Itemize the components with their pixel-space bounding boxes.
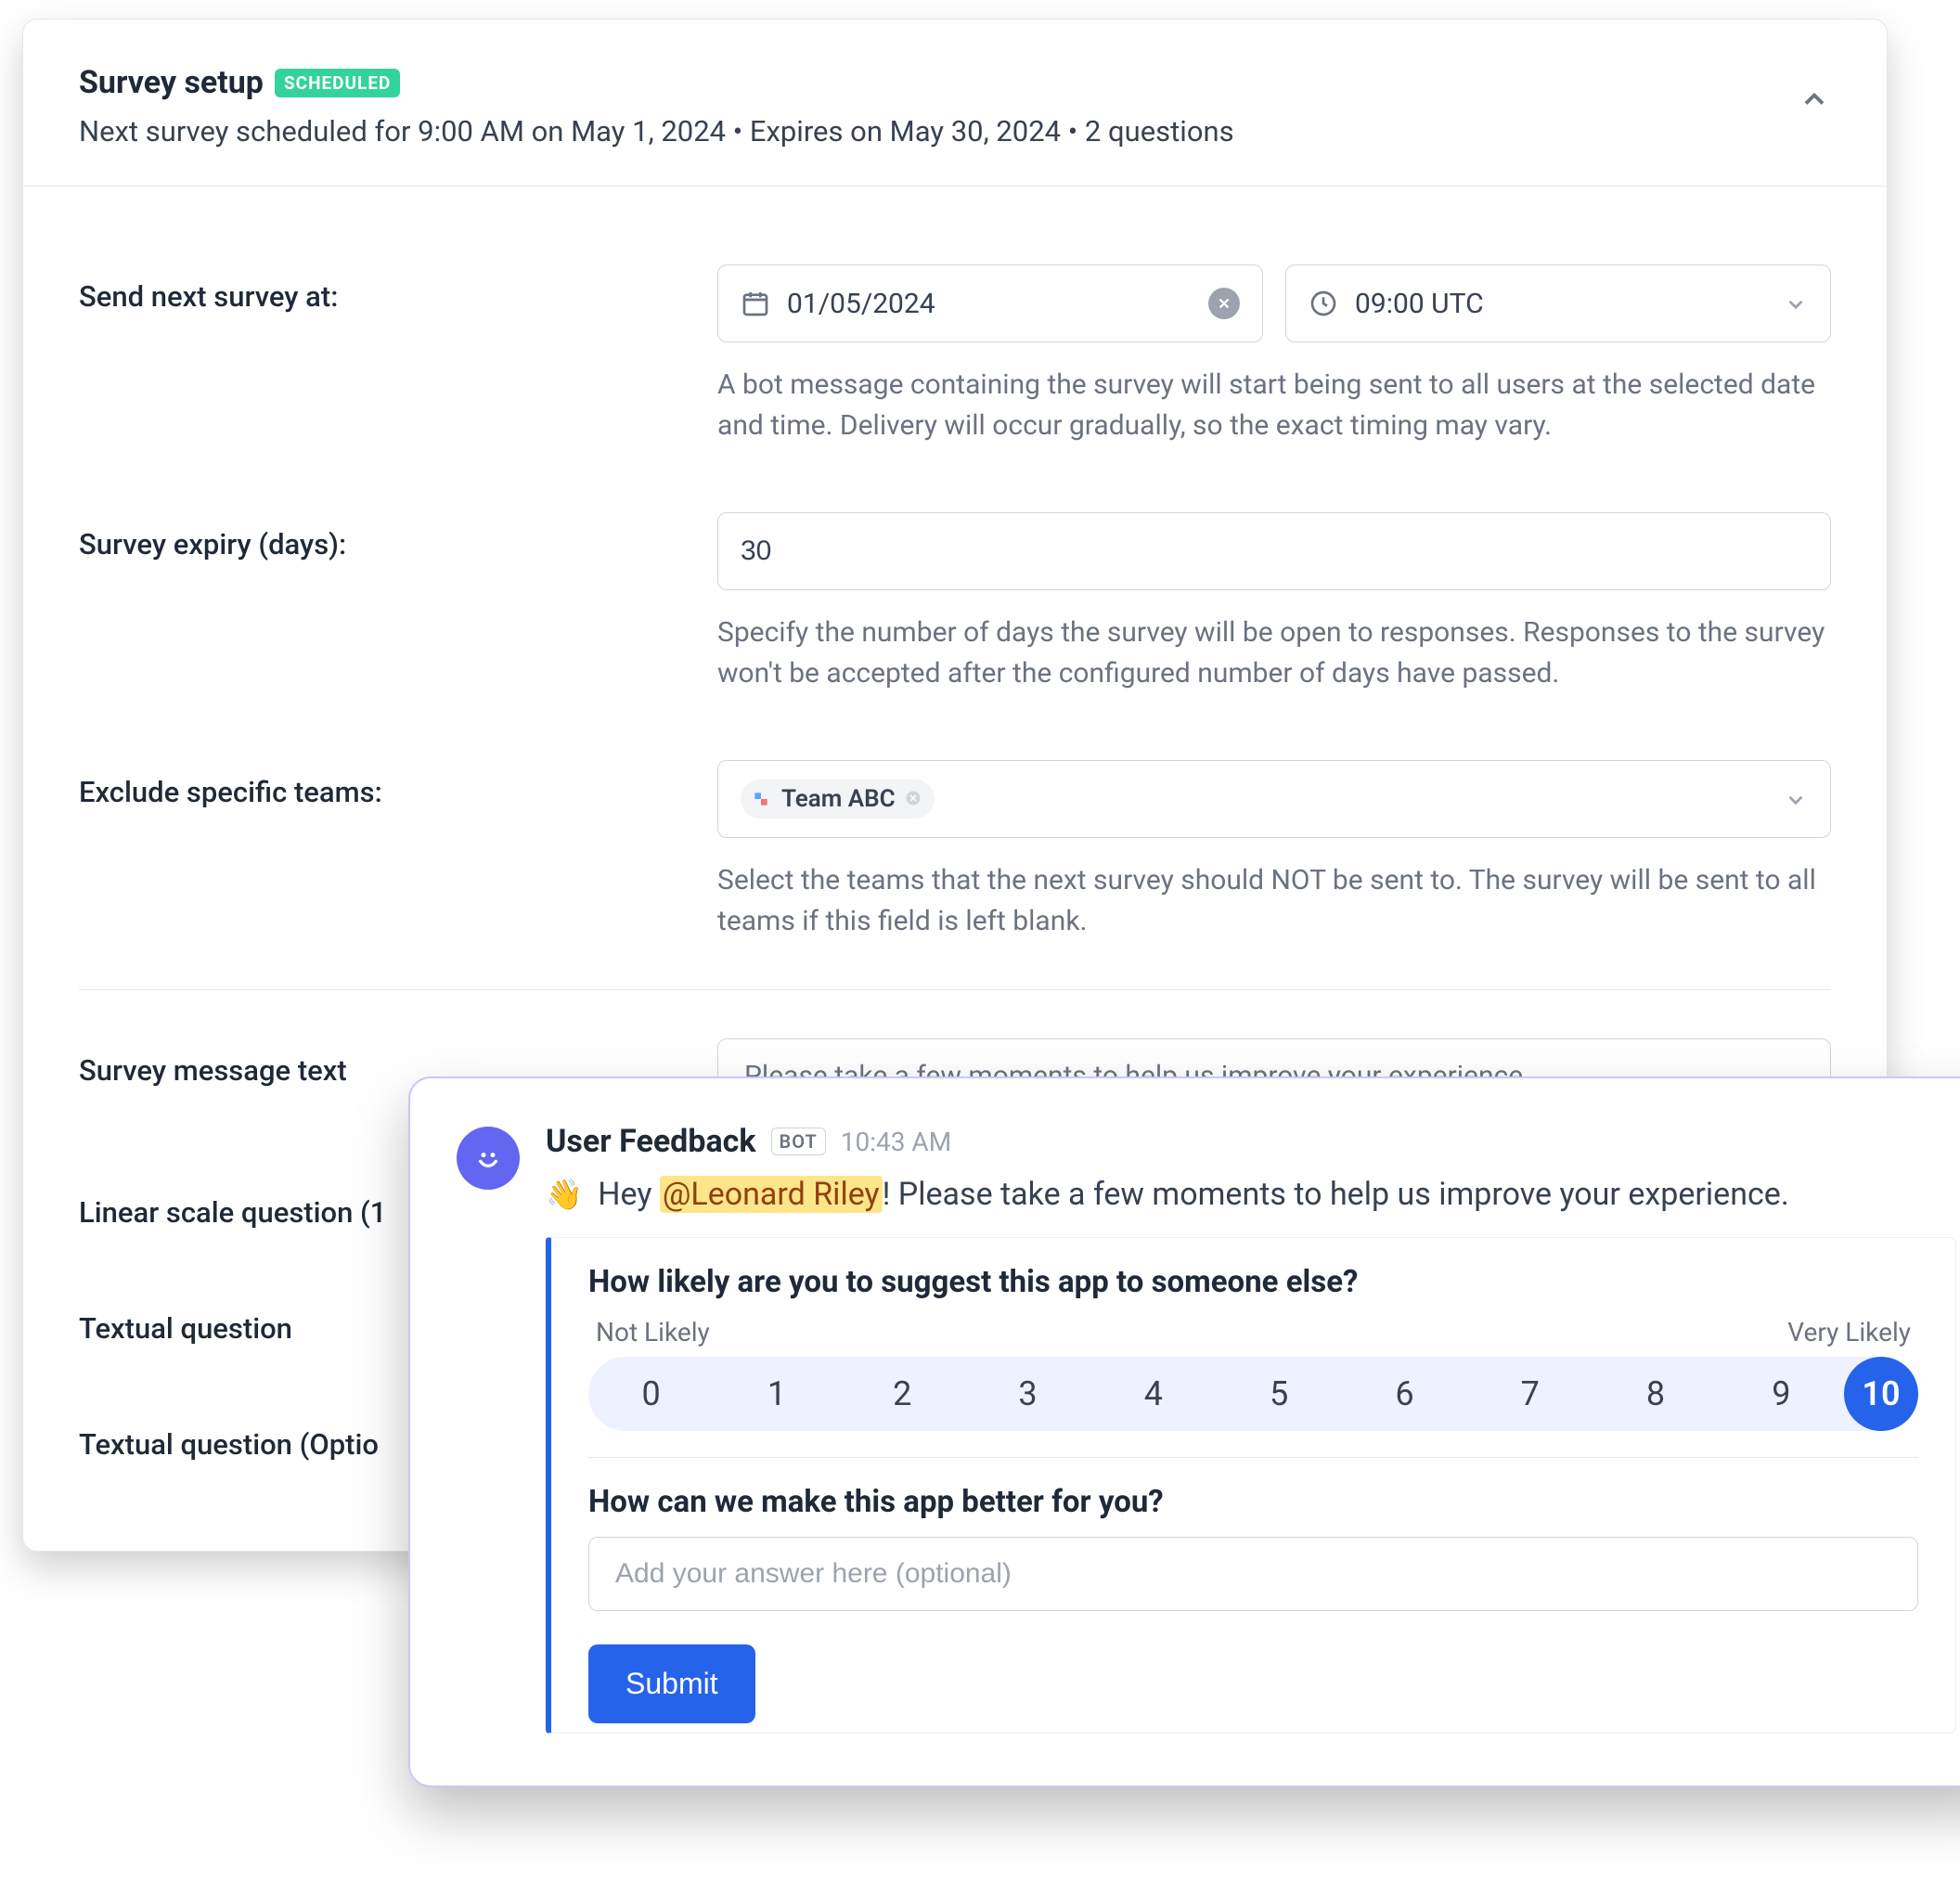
bot-avatar — [457, 1127, 520, 1190]
chat-preview-popup: User Feedback BOT 10:43 AM 👋 Hey @Leonar… — [408, 1076, 1960, 1787]
scale-option-6[interactable]: 6 — [1342, 1357, 1467, 1431]
chip-remove-icon[interactable] — [905, 785, 922, 813]
helper-expiry: Specify the number of days the survey wi… — [717, 612, 1831, 693]
question-2-title: How can we make this app better for you? — [588, 1484, 1918, 1520]
expiry-input[interactable] — [717, 512, 1831, 590]
chip-label: Team ABC — [781, 785, 896, 813]
date-input[interactable]: 01/05/2024 — [717, 264, 1263, 342]
team-chip[interactable]: Team ABC — [741, 780, 935, 819]
scale-option-7[interactable]: 7 — [1467, 1357, 1592, 1431]
time-value: 09:00 UTC — [1355, 288, 1484, 320]
scale-option-8[interactable]: 8 — [1592, 1357, 1718, 1431]
expiry-value[interactable] — [741, 535, 1808, 567]
label-exclude: Exclude specific teams: — [79, 760, 673, 809]
scale-option-9[interactable]: 9 — [1719, 1357, 1844, 1431]
clear-date-icon[interactable] — [1208, 288, 1240, 319]
scale-option-0[interactable]: 0 — [588, 1357, 714, 1431]
label-expiry: Survey expiry (days): — [79, 512, 673, 561]
chevron-down-icon — [1784, 787, 1808, 811]
question-1-title: How likely are you to suggest this app t… — [588, 1264, 1918, 1300]
wave-emoji-icon: 👋 — [546, 1177, 583, 1212]
field-expiry: Survey expiry (days): Specify the number… — [79, 479, 1831, 727]
survey-card: How likely are you to suggest this app t… — [546, 1237, 1956, 1734]
bot-name: User Feedback — [546, 1123, 756, 1160]
date-value: 01/05/2024 — [787, 288, 935, 320]
status-badge: SCHEDULED — [275, 69, 400, 97]
user-mention[interactable]: @Leonard Riley — [660, 1176, 883, 1213]
scale-option-10[interactable]: 10 — [1844, 1357, 1918, 1431]
time-input[interactable]: 09:00 UTC — [1285, 264, 1831, 342]
chevron-down-icon — [1784, 291, 1808, 316]
answer-input[interactable] — [588, 1537, 1918, 1611]
helper-send-at: A bot message containing the survey will… — [717, 365, 1831, 445]
message-time: 10:43 AM — [841, 1127, 951, 1157]
scale-option-3[interactable]: 3 — [965, 1357, 1090, 1431]
chip-icon — [750, 788, 772, 810]
page-title: Survey setup — [79, 64, 264, 101]
scale-option-1[interactable]: 1 — [714, 1357, 839, 1431]
collapse-icon[interactable] — [1798, 83, 1831, 116]
scale-container: 012345678910 — [588, 1357, 1918, 1431]
label-send-at: Send next survey at: — [79, 264, 673, 314]
scale-high-label: Very Likely — [1787, 1317, 1911, 1347]
calendar-icon — [741, 289, 770, 318]
chat-message: 👋 Hey @Leonard Riley! Please take a few … — [546, 1171, 1956, 1218]
helper-exclude: Select the teams that the next survey sh… — [717, 860, 1831, 941]
submit-button[interactable]: Submit — [588, 1644, 755, 1723]
field-send-at: Send next survey at: 01/05/2024 — [79, 231, 1831, 479]
page-subtitle: Next survey scheduled for 9:00 AM on May… — [79, 114, 1798, 148]
clock-icon — [1309, 289, 1338, 318]
scale-option-2[interactable]: 2 — [840, 1357, 965, 1431]
scale-option-5[interactable]: 5 — [1216, 1357, 1341, 1431]
bot-badge: BOT — [771, 1128, 826, 1155]
card-header: Survey setup SCHEDULED Next survey sched… — [23, 19, 1887, 187]
exclude-select[interactable]: Team ABC — [717, 760, 1831, 838]
scale-low-label: Not Likely — [596, 1317, 710, 1347]
scale-option-4[interactable]: 4 — [1090, 1357, 1216, 1431]
field-exclude: Exclude specific teams: Team ABC — [79, 727, 1831, 974]
divider — [588, 1457, 1918, 1458]
